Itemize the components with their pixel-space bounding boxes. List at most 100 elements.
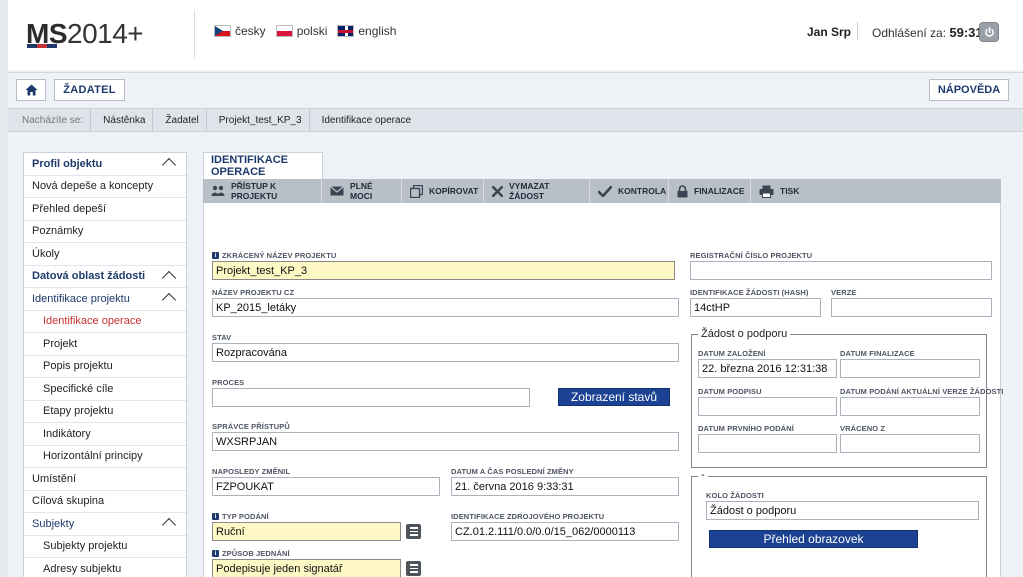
signed-date-input[interactable] <box>698 397 837 416</box>
copy-button[interactable]: KOPÍROVAT <box>402 179 484 203</box>
user-name[interactable]: Jan Srp <box>807 25 851 39</box>
action-label: PLNÉ MOCI <box>350 181 373 201</box>
list-picker-icon[interactable] <box>406 524 421 539</box>
sidebar-item-label: Specifické cíle <box>43 382 114 395</box>
zadatel-button[interactable]: ŽADATEL <box>54 79 125 101</box>
help-button[interactable]: NÁPOVĚDA <box>929 79 1009 101</box>
sidebar-item-subjekty-projektu[interactable]: Subjekty projektu <box>24 536 186 558</box>
hash-id-input[interactable]: 14ctHP <box>690 298 821 317</box>
finalize-button[interactable]: FINALIZACE <box>669 179 751 203</box>
access-admin-label: SPRÁVCE PŘÍSTUPŮ <box>212 422 290 431</box>
page-title: IDENTIFIKACE OPERACE <box>203 152 323 179</box>
sidebar-item-label: Indikátory <box>43 427 91 440</box>
action-label: KONTROLA <box>618 186 667 196</box>
app-frame: MS2014+ česky polski english Jan Srp Odh… <box>8 0 1023 577</box>
submission-type-select[interactable]: Ruční <box>212 522 401 541</box>
last-change-time-label: DATUM A ČAS POSLEDNÍ ZMĚNY <box>451 467 574 476</box>
language-label: česky <box>235 24 266 38</box>
sidebar-item-popis-projektu[interactable]: Popis projektu <box>24 356 186 378</box>
hash-id-label: IDENTIFIKACE ŽÁDOSTI (HASH) <box>690 288 809 297</box>
round-label: KOLO ŽÁDOSTI <box>706 491 764 500</box>
source-project-id-input[interactable]: CZ.01.2.111/0.0/0.0/15_062/0000113 <box>451 522 679 541</box>
last-change-time-input[interactable]: 21. června 2016 9:33:31 <box>451 477 679 496</box>
sidebar-section-profil[interactable]: Profil objektu <box>24 153 186 176</box>
first-submitted-date-label: DATUM PRVNÍHO PODÁNÍ <box>698 424 794 433</box>
language-en[interactable]: english <box>337 24 396 38</box>
access-admin-input[interactable]: WXSRPJAN <box>212 432 679 451</box>
access-to-project-button[interactable]: PŘÍSTUP K PROJEKTU <box>203 179 322 203</box>
main-form: i ZKRÁCENÝ NÁZEV PROJEKTU Projekt_test_KP… <box>203 203 1003 577</box>
sidebar-item-specificke-cile[interactable]: Specifické cíle <box>24 378 186 401</box>
breadcrumb-lead: Nacházíte se: <box>22 114 84 126</box>
short-name-input[interactable]: Projekt_test_KP_3 <box>212 261 675 280</box>
print-button[interactable]: TISK <box>751 179 811 203</box>
sidebar-item-nova-depese[interactable]: Nová depeše a koncepty <box>24 176 186 198</box>
header: MS2014+ česky polski english Jan Srp Odh… <box>8 0 1023 70</box>
sidebar-section-subjekty[interactable]: Subjekty <box>24 513 186 536</box>
sidebar-item-horizontalni-principy[interactable]: Horizontální principy <box>24 446 186 468</box>
finalized-date-label: DATUM FINALIZACE <box>840 349 915 358</box>
last-changed-input[interactable]: FZPOUKAT <box>212 477 440 496</box>
field-label-text: ZPŮSOB JEDNÁNÍ <box>222 549 290 558</box>
sidebar-item-adresy-subjektu[interactable]: Adresy subjektu <box>24 558 186 577</box>
sidebar-item-label: Popis projektu <box>43 360 113 373</box>
power-of-attorney-button[interactable]: PLNÉ MOCI <box>322 179 402 203</box>
round-input[interactable]: Žádost o podporu <box>706 501 979 520</box>
home-button[interactable] <box>16 79 46 101</box>
sidebar-item-umisteni[interactable]: Umístění <box>24 468 186 491</box>
sidebar-item-label: Datová oblast žádosti <box>32 270 146 283</box>
current-submitted-date-input[interactable] <box>840 397 980 416</box>
sidebar-item-identifikace-operace[interactable]: Identifikace operace <box>24 311 186 333</box>
action-label: KOPÍROVAT <box>429 186 479 196</box>
created-date-input[interactable]: 22. března 2016 12:31:38 <box>698 359 837 378</box>
breadcrumb-item[interactable]: Nástěnka <box>90 107 155 132</box>
state-input[interactable]: Rozpracována <box>212 343 679 362</box>
sidebar-item-poznamky[interactable]: Poznámky <box>24 221 186 243</box>
short-name-label: i ZKRÁCENÝ NÁZEV PROJEKTU <box>212 251 336 260</box>
sidebar-item-label: Úkoly <box>32 247 60 260</box>
reg-number-label: REGISTRAČNÍ ČÍSLO PROJEKTU <box>690 251 813 260</box>
logout-button[interactable] <box>979 22 999 42</box>
sidebar-item-etapy-projektu[interactable]: Etapy projektu <box>24 401 186 423</box>
field-label-text: TYP PODÁNÍ <box>222 512 269 521</box>
sidebar-item-indikatory[interactable]: Indikátory <box>24 423 186 446</box>
uk-flag-icon <box>337 25 355 37</box>
sidebar-item-label: Etapy projektu <box>43 405 114 418</box>
sidebar-item-ukoly[interactable]: Úkoly <box>24 243 186 266</box>
finalized-date-input[interactable] <box>840 359 980 378</box>
name-cz-input[interactable]: KP_2015_letáky <box>212 298 679 317</box>
language-pl[interactable]: polski <box>275 24 327 38</box>
top-toolbar: ŽADATEL NÁPOVĚDA <box>8 72 1023 108</box>
delete-request-button[interactable]: VYMAZAT ŽÁDOST <box>484 179 590 203</box>
breadcrumb-item[interactable]: Projekt_test_KP_3 <box>205 107 312 132</box>
reg-number-input[interactable] <box>690 261 992 280</box>
last-changed-label: NAPOSLEDY ZMĚNIL <box>212 467 291 476</box>
chevron-up-icon <box>161 270 177 285</box>
sidebar-section-identifikace-projektu[interactable]: Identifikace projektu <box>24 288 186 311</box>
show-states-button[interactable]: Zobrazení stavů <box>558 388 670 406</box>
list-picker-icon[interactable] <box>406 561 421 576</box>
language-cs[interactable]: česky <box>214 24 266 38</box>
check-button[interactable]: KONTROLA <box>590 179 669 203</box>
sidebar: Profil objektu Nová depeše a koncepty Př… <box>23 152 187 577</box>
sidebar-item-label: Identifikace projektu <box>32 292 130 305</box>
sidebar-item-projekt[interactable]: Projekt <box>24 333 186 356</box>
sidebar-item-cilova-skupina[interactable]: Cílová skupina <box>24 491 186 513</box>
breadcrumb-item[interactable]: Žadatel <box>152 107 208 132</box>
process-input[interactable] <box>212 388 530 407</box>
first-submitted-date-input[interactable] <box>698 434 837 453</box>
sidebar-item-label: Adresy subjektu <box>43 562 122 575</box>
sidebar-section-datova-oblast[interactable]: Datová oblast žádosti <box>24 266 186 288</box>
sidebar-item-label: Nová depeše a koncepty <box>32 180 154 193</box>
header-separator <box>857 22 858 40</box>
sidebar-item-prehled-depesi[interactable]: Přehled depeší <box>24 198 186 221</box>
sidebar-item-label: Horizontální principy <box>43 450 143 463</box>
field-label-text: ZKRÁCENÝ NÁZEV PROJEKTU <box>222 251 337 260</box>
cz-flag-icon <box>214 25 231 37</box>
sidebar-item-label: Identifikace operace <box>43 315 142 328</box>
returned-from-input[interactable] <box>840 434 980 453</box>
screens-overview-button[interactable]: Přehled obrazovek <box>709 530 918 548</box>
version-input[interactable] <box>831 298 992 317</box>
negotiation-method-select[interactable]: Podepisuje jeden signatář <box>212 559 401 577</box>
breadcrumb-current: Identifikace operace <box>308 107 422 132</box>
